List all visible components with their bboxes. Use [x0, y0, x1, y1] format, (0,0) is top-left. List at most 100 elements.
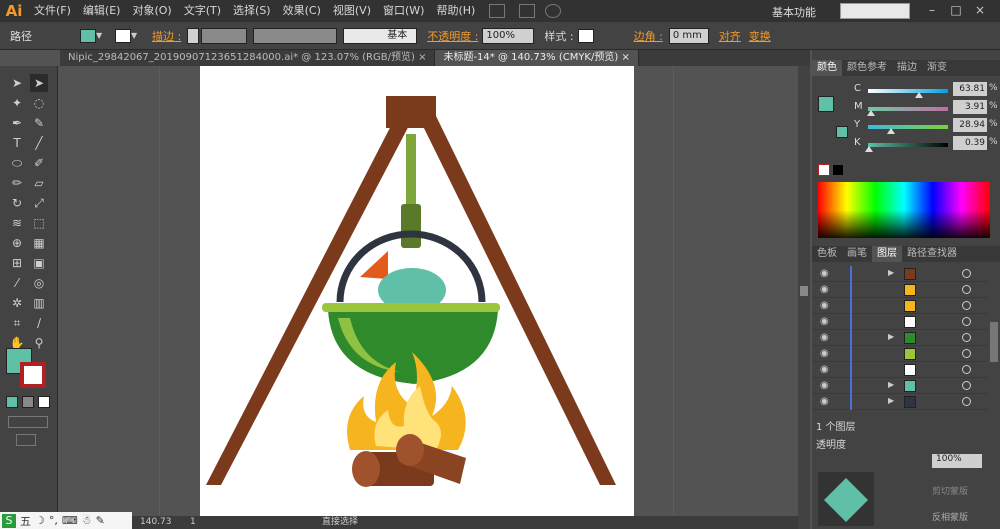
close-icon[interactable]: ×: [621, 52, 629, 63]
invert-mask-option[interactable]: 反相蒙版: [932, 510, 968, 523]
layer-row[interactable]: ◉ ▶: [812, 266, 988, 282]
stroke-color-box[interactable]: [20, 362, 46, 388]
expand-triangle-icon[interactable]: ▶: [888, 380, 894, 389]
target-icon[interactable]: [962, 269, 971, 278]
symbol-sprayer-icon[interactable]: ✲: [8, 294, 26, 312]
tab-color[interactable]: 颜色: [812, 60, 842, 76]
tab-gradient[interactable]: 渐变: [922, 60, 952, 76]
draw-mode-buttons[interactable]: [8, 416, 48, 428]
stroke-label[interactable]: 描边 :: [152, 28, 181, 44]
layer-row[interactable]: ◉: [812, 298, 988, 314]
target-icon[interactable]: [962, 301, 971, 310]
page-number[interactable]: 1: [190, 516, 196, 529]
eyedropper-icon[interactable]: ⁄: [8, 274, 26, 292]
expand-triangle-icon[interactable]: ▶: [888, 268, 894, 277]
eye-icon[interactable]: ◉: [820, 348, 829, 359]
blend-tool-icon[interactable]: ◎: [30, 274, 48, 292]
bridge-icon[interactable]: [489, 4, 506, 18]
eye-icon[interactable]: ◉: [820, 332, 829, 343]
gradient-tool-icon[interactable]: ▣: [30, 254, 48, 272]
stroke-stepper[interactable]: [187, 27, 200, 44]
scrollbar-thumb[interactable]: [800, 286, 808, 296]
target-icon[interactable]: [962, 285, 971, 294]
close-button[interactable]: ×: [972, 3, 988, 17]
eye-icon[interactable]: ◉: [820, 364, 829, 375]
magenta-track[interactable]: [868, 107, 948, 111]
slider-handle-icon[interactable]: [867, 110, 876, 116]
canvas-area[interactable]: [58, 66, 798, 516]
style-swatch[interactable]: [577, 28, 594, 43]
cyan-track[interactable]: [868, 89, 948, 93]
magic-wand-icon[interactable]: ✦: [8, 94, 26, 112]
slider-handle-icon[interactable]: [864, 146, 873, 152]
skin-icon[interactable]: ☃: [82, 514, 92, 527]
tab-brushes[interactable]: 画笔: [842, 246, 872, 262]
zoom-tool-icon[interactable]: ⚲: [30, 334, 48, 352]
target-icon[interactable]: [962, 365, 971, 374]
transparency-tab[interactable]: 透明度: [816, 436, 846, 451]
gradient-mode-button[interactable]: [22, 396, 34, 408]
eye-icon[interactable]: ◉: [820, 380, 829, 391]
line-tool-icon[interactable]: ╱: [30, 134, 48, 152]
maximize-button[interactable]: □: [948, 3, 964, 17]
layer-row[interactable]: ◉: [812, 282, 988, 298]
yellow-track[interactable]: [868, 125, 948, 129]
shape-builder-icon[interactable]: ⊕: [8, 234, 26, 252]
tab-swatches[interactable]: 色板: [812, 246, 842, 262]
fill-swatch[interactable]: [80, 28, 96, 43]
arrange-documents-icon[interactable]: [519, 4, 536, 18]
eye-icon[interactable]: ◉: [820, 396, 829, 407]
punctuation-icon[interactable]: °,: [49, 514, 58, 527]
opacity-field[interactable]: 100%: [482, 27, 535, 44]
pencil-icon[interactable]: ✏: [8, 174, 26, 192]
tab-color-guide[interactable]: 颜色参考: [842, 60, 892, 76]
perspective-grid-icon[interactable]: ▦: [30, 234, 48, 252]
workspace-switcher[interactable]: 基本功能: [772, 4, 816, 20]
screen-mode-button[interactable]: [16, 434, 36, 446]
stroke-weight-field[interactable]: [201, 27, 248, 44]
mesh-tool-icon[interactable]: ⊞: [8, 254, 26, 272]
menu-window[interactable]: 窗口(W): [377, 0, 430, 22]
eye-icon[interactable]: ◉: [820, 268, 829, 279]
slider-handle-icon[interactable]: [915, 92, 924, 98]
variable-width-profile[interactable]: [253, 27, 338, 44]
column-graph-icon[interactable]: ▥: [30, 294, 48, 312]
tab-pathfinder[interactable]: 路径查找器: [902, 246, 962, 262]
minimize-button[interactable]: –: [924, 3, 940, 17]
keyboard-icon[interactable]: ⌨: [62, 514, 78, 527]
zoom-level[interactable]: 140.73: [140, 516, 172, 529]
menu-effect[interactable]: 效果(C): [277, 0, 327, 22]
black-track[interactable]: [868, 143, 948, 147]
chevron-down-icon[interactable]: ▼: [96, 31, 105, 40]
tab-stroke[interactable]: 描边: [892, 60, 922, 76]
target-icon[interactable]: [962, 317, 971, 326]
ellipse-tool-icon[interactable]: ⬭: [8, 154, 26, 172]
layers-scrollbar[interactable]: [990, 322, 998, 362]
chevron-down-icon[interactable]: ▼: [131, 31, 140, 40]
black-swatch[interactable]: [832, 164, 844, 176]
menu-view[interactable]: 视图(V): [327, 0, 377, 22]
layer-row[interactable]: ◉ ▶: [812, 330, 988, 346]
pen-tool-icon[interactable]: ✒: [8, 114, 26, 132]
layer-row[interactable]: ◉: [812, 346, 988, 362]
eye-icon[interactable]: ◉: [820, 300, 829, 311]
slider-cyan[interactable]: C 63.81 %: [812, 82, 1000, 100]
search-input[interactable]: [840, 3, 910, 19]
corner-label[interactable]: 边角 :: [634, 28, 663, 44]
slider-black[interactable]: K 0.39 %: [812, 136, 1000, 154]
black-value[interactable]: 0.39: [953, 136, 987, 150]
slice-tool-icon[interactable]: ∕: [30, 314, 48, 332]
artboard-tool-icon[interactable]: ⌗: [8, 314, 26, 332]
paintbrush-icon[interactable]: ✐: [30, 154, 48, 172]
menu-file[interactable]: 文件(F): [28, 0, 77, 22]
menu-help[interactable]: 帮助(H): [430, 0, 481, 22]
moon-icon[interactable]: ☽: [35, 514, 45, 527]
target-icon[interactable]: [962, 397, 971, 406]
align-link[interactable]: 对齐: [719, 28, 741, 44]
brush-definition[interactable]: 基本: [343, 27, 418, 44]
eraser-icon[interactable]: ▱: [30, 174, 48, 192]
slider-magenta[interactable]: M 3.91 %: [812, 100, 1000, 118]
menu-type[interactable]: 文字(T): [178, 0, 227, 22]
direct-selection-tool-icon[interactable]: ➤: [30, 74, 48, 92]
layer-row[interactable]: ◉: [812, 362, 988, 378]
